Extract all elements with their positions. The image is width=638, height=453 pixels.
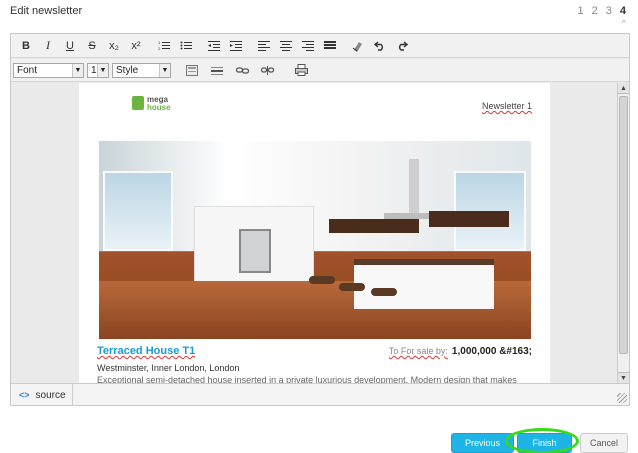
formatting-toolbar: B I U S x₂ x² 12 (11, 34, 629, 58)
font-select-value: Font (17, 64, 38, 76)
strikethrough-button[interactable]: S (81, 36, 103, 56)
source-button[interactable]: <> source (11, 384, 73, 406)
ordered-list-icon[interactable]: 12 (153, 36, 175, 56)
logo-text-bottom: house (147, 103, 171, 112)
unlink-icon[interactable] (256, 61, 278, 79)
align-right-icon[interactable] (297, 36, 319, 56)
subscript-button[interactable]: x₂ (103, 36, 125, 56)
vertical-scrollbar[interactable]: ▲ ▼ (617, 83, 629, 383)
chevron-down-icon: ▼ (72, 63, 83, 77)
rich-text-editor: B I U S x₂ x² 12 Font ▼ 1 ▼ Style ▼ mega… (10, 33, 630, 406)
collapse-icon[interactable]: ^ (622, 18, 626, 28)
svg-text:1: 1 (158, 40, 161, 45)
align-justify-icon[interactable] (319, 36, 341, 56)
bold-button[interactable]: B (15, 36, 37, 56)
align-center-icon[interactable] (275, 36, 297, 56)
house-icon (132, 96, 144, 110)
chevron-down-icon: ▼ (97, 63, 108, 77)
editor-content-area[interactable]: mega house Newsletter 1 Terraced House T… (11, 83, 617, 383)
size-select[interactable]: 1 ▼ (87, 62, 109, 78)
scroll-down-icon[interactable]: ▼ (618, 372, 629, 383)
chevron-down-icon: ▼ (159, 63, 170, 77)
style-select[interactable]: Style ▼ (112, 62, 171, 78)
finish-highlight-ring (505, 428, 579, 453)
redo-icon[interactable] (391, 36, 413, 56)
clear-format-icon[interactable] (347, 36, 369, 56)
print-icon[interactable] (290, 61, 312, 79)
step-indicator: 1 2 3 4 (578, 5, 627, 17)
editor-statusbar: <> source (11, 383, 629, 406)
unordered-list-icon[interactable] (175, 36, 197, 56)
style-select-value: Style (116, 64, 139, 76)
horizontal-rule-icon[interactable] (206, 61, 228, 79)
font-select[interactable]: Font ▼ (13, 62, 84, 78)
price-label: To For sale by: (388, 346, 448, 356)
property-description: Exceptional semi-detached house inserted… (97, 375, 517, 383)
resize-grip-icon[interactable] (617, 393, 627, 403)
italic-button[interactable]: I (37, 36, 59, 56)
style-toolbar: Font ▼ 1 ▼ Style ▼ (11, 59, 629, 82)
logo: mega house (132, 96, 171, 112)
step-3[interactable]: 3 (606, 5, 612, 17)
page-title: Edit newsletter (10, 5, 83, 17)
indent-icon[interactable] (225, 36, 247, 56)
outdent-icon[interactable] (203, 36, 225, 56)
scroll-up-icon[interactable]: ▲ (618, 83, 629, 94)
insert-image-icon[interactable] (181, 61, 203, 79)
scrollbar-thumb[interactable] (619, 96, 628, 354)
step-1[interactable]: 1 (578, 5, 584, 17)
property-photo (99, 141, 531, 339)
align-left-icon[interactable] (253, 36, 275, 56)
code-icon: <> (19, 390, 30, 400)
undo-icon[interactable] (369, 36, 391, 56)
superscript-button[interactable]: x² (125, 36, 147, 56)
newsletter-page[interactable]: mega house Newsletter 1 Terraced House T… (79, 83, 550, 383)
link-icon[interactable] (231, 61, 253, 79)
size-select-value: 1 (91, 64, 97, 76)
step-2[interactable]: 2 (592, 5, 598, 17)
svg-text:2: 2 (158, 46, 161, 51)
newsletter-label: Newsletter 1 (481, 101, 532, 111)
step-4[interactable]: 4 (620, 5, 626, 17)
property-title-link[interactable]: Terraced House T1 (97, 345, 195, 357)
cancel-button[interactable]: Cancel (580, 433, 628, 453)
source-label: source (35, 389, 66, 401)
property-location: Westminster, Inner London, London (97, 363, 240, 373)
underline-button[interactable]: U (59, 36, 81, 56)
price-value: 1,000,000 &#163; (451, 346, 532, 357)
price-line: To For sale by: 1,000,000 &#163; (389, 346, 532, 357)
